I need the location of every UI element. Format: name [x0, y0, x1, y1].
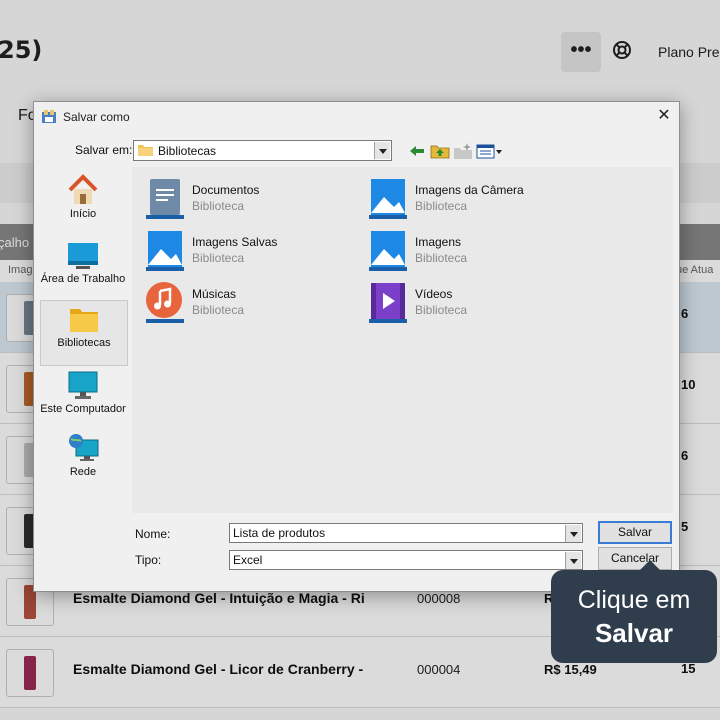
new-folder-icon[interactable]: [453, 142, 473, 160]
place-label: Rede: [69, 466, 97, 478]
places-bar: Início Área de Trabalho Bibliotecas Este…: [38, 167, 128, 513]
library-item-videos[interactable]: Vídeos Biblioteca: [357, 279, 577, 323]
place-libraries[interactable]: Bibliotecas: [40, 300, 128, 366]
chevron-down-icon[interactable]: [565, 525, 581, 542]
view-menu-icon[interactable]: [476, 142, 504, 160]
save-in-dropdown[interactable]: Bibliotecas: [133, 140, 392, 161]
save-as-dialog: Salvar como ✕ Salvar em: Bibliotecas Iní…: [33, 101, 680, 592]
music-icon: [146, 282, 184, 323]
place-network[interactable]: Rede: [40, 430, 126, 494]
save-dialog-icon: [42, 110, 56, 123]
place-desktop[interactable]: Área de Trabalho: [40, 237, 126, 301]
item-name: Vídeos: [415, 287, 453, 301]
file-name-label: Nome:: [135, 527, 171, 541]
up-folder-icon[interactable]: [430, 142, 450, 160]
place-this-computer[interactable]: Este Computador: [40, 367, 126, 431]
item-type: Biblioteca: [192, 199, 245, 213]
item-type: Biblioteca: [415, 251, 468, 265]
item-name: Imagens da Câmera: [415, 183, 524, 197]
tooltip-line1: Clique em: [577, 586, 691, 614]
place-home[interactable]: Início: [40, 172, 126, 236]
item-name: Músicas: [192, 287, 237, 301]
save-in-label: Salvar em:: [75, 143, 133, 157]
place-label: Bibliotecas: [57, 337, 111, 349]
folder-icon: [138, 145, 153, 156]
item-type: Biblioteca: [192, 303, 245, 317]
library-item-pictures[interactable]: Imagens Biblioteca: [357, 227, 577, 271]
library-item-music[interactable]: Músicas Biblioteca: [134, 279, 354, 323]
item-name: Imagens Salvas: [192, 235, 278, 249]
home-icon: [68, 174, 98, 204]
network-icon: [69, 434, 99, 461]
save-button[interactable]: Salvar: [598, 521, 672, 544]
computer-icon: [68, 371, 98, 399]
chevron-down-icon[interactable]: [565, 552, 581, 569]
item-name: Documentos: [192, 183, 260, 197]
documents-icon: [146, 179, 184, 219]
place-label: Início: [69, 208, 97, 220]
pictures-icon: [369, 231, 407, 271]
file-type-dropdown[interactable]: Excel: [229, 550, 583, 570]
desktop-icon: [68, 243, 98, 269]
tooltip-line2: Salvar: [594, 618, 674, 648]
file-list: Documentos Biblioteca Imagens da Câmera …: [132, 167, 673, 513]
close-icon[interactable]: ✕: [655, 107, 673, 125]
file-type-value: Excel: [233, 553, 263, 567]
library-item-camera-roll[interactable]: Imagens da Câmera Biblioteca: [357, 175, 577, 219]
place-label: Este Computador: [40, 403, 126, 415]
chevron-down-icon[interactable]: [374, 142, 390, 159]
item-type: Biblioteca: [192, 251, 245, 265]
dialog-title: Salvar como: [63, 110, 130, 124]
library-item-documents[interactable]: Documentos Biblioteca: [134, 175, 354, 219]
pictures-icon: [146, 231, 184, 271]
tutorial-tooltip: Clique em Salvar: [551, 560, 717, 663]
file-name-field[interactable]: Lista de produtos: [229, 523, 583, 543]
item-type: Biblioteca: [415, 199, 468, 213]
pictures-icon: [369, 179, 407, 219]
save-in-value: Bibliotecas: [158, 144, 217, 158]
file-name-value: Lista de produtos: [233, 526, 326, 540]
place-label: Área de Trabalho: [40, 273, 126, 285]
back-arrow-icon[interactable]: [407, 142, 427, 160]
library-item-saved-pictures[interactable]: Imagens Salvas Biblioteca: [134, 227, 354, 271]
file-type-label: Tipo:: [135, 553, 162, 567]
videos-icon: [369, 283, 407, 323]
libraries-icon: [70, 309, 98, 332]
item-type: Biblioteca: [415, 303, 468, 317]
item-name: Imagens: [415, 235, 462, 249]
